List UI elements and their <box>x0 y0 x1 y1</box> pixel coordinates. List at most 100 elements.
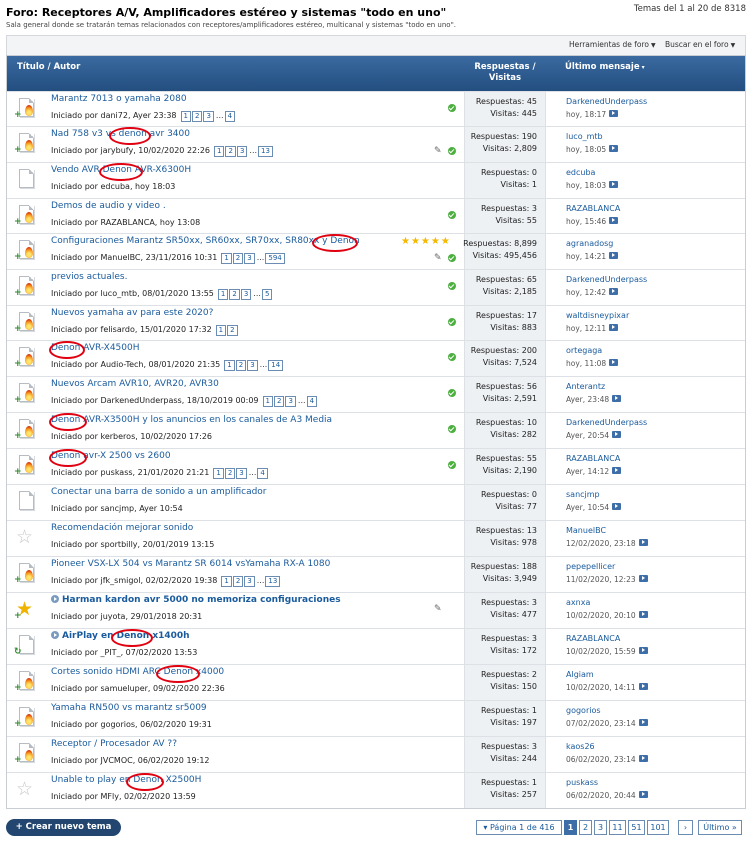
thread-page-link[interactable]: 3 <box>285 396 296 407</box>
go-to-last-post-icon[interactable] <box>612 431 622 438</box>
go-to-last-post-icon[interactable] <box>638 755 648 762</box>
thread-link[interactable]: Yamaha RN500 vs marantz sr5009 <box>51 703 207 713</box>
go-to-last-post-icon[interactable] <box>638 575 648 582</box>
thread-page-link[interactable]: 4 <box>224 111 236 122</box>
page-2-link[interactable]: 2 <box>579 820 592 835</box>
thread-page-link[interactable]: 5 <box>261 289 273 300</box>
forum-tools-menu[interactable]: Herramientas de foro ▼ <box>569 40 656 49</box>
thread-page-link[interactable]: 3 <box>236 146 248 157</box>
last-post-user[interactable]: sancjmp <box>566 490 600 499</box>
go-to-last-post-icon[interactable] <box>609 217 619 224</box>
thread-link[interactable]: Receptor / Procesador AV ?? <box>51 739 177 749</box>
thread-page-link[interactable]: 13 <box>258 146 273 157</box>
thread-link[interactable]: AirPlay en Denon x1400h <box>62 631 190 641</box>
go-to-last-post-icon[interactable] <box>612 395 622 402</box>
thread-link[interactable]: Demos de audio y video . <box>51 201 166 211</box>
go-to-last-post-icon[interactable] <box>638 791 648 798</box>
forum-search-menu[interactable]: Buscar en el foro ▼ <box>665 40 735 49</box>
thread-page-link[interactable]: 2 <box>273 396 285 407</box>
last-post-user[interactable]: axnxa <box>566 598 590 607</box>
go-to-last-post-icon[interactable] <box>609 181 619 188</box>
page-51-link[interactable]: 51 <box>628 820 645 835</box>
table-row[interactable]: + Nuevos Arcam AVR10, AVR20, AVR30 Iniciad… <box>7 376 745 412</box>
thread-page-link[interactable]: 594 <box>265 253 285 264</box>
go-to-last-post-icon[interactable] <box>609 110 619 117</box>
last-post-user[interactable]: Algiam <box>566 670 594 679</box>
page-3-link[interactable]: 3 <box>594 820 607 835</box>
go-to-last-post-icon[interactable] <box>609 324 619 331</box>
last-post-user[interactable]: kaos26 <box>566 742 595 751</box>
thread-page-link[interactable]: 3 <box>203 111 214 122</box>
table-row[interactable]: + previos actuales. Iniciado por luco_mtb,… <box>7 269 745 305</box>
table-row[interactable]: + Demos de audio y video . Iniciado por RA… <box>7 198 745 233</box>
last-post-user[interactable]: DarkenedUnderpass <box>566 275 647 284</box>
go-to-last-post-icon[interactable] <box>638 539 648 546</box>
thread-page-link[interactable]: 3 <box>244 253 255 264</box>
thread-page-link[interactable]: 3 <box>244 576 255 587</box>
page-101-link[interactable]: 101 <box>647 820 669 835</box>
thread-link[interactable]: Nad 758 v3 vs denon avr 3400 <box>51 129 190 139</box>
thread-page-link[interactable]: 3 <box>240 289 252 300</box>
thread-link[interactable]: Denon AVR-X4500H <box>51 343 140 353</box>
thread-page-link[interactable]: 2 <box>235 360 247 371</box>
last-post-user[interactable]: waltdisneypixar <box>566 311 629 320</box>
thread-page-link[interactable]: 1 <box>221 253 232 264</box>
table-row[interactable]: + Denon avr-X 2500 vs 2600 Iniciado por pu… <box>7 448 745 484</box>
thread-link[interactable]: Vendo AVR Denon AVR-X6300H <box>51 165 191 175</box>
thread-link[interactable]: Denon AVR-X3500H y los anuncios en los c… <box>51 415 332 425</box>
page-11-link[interactable]: 11 <box>609 820 626 835</box>
table-row[interactable]: + Denon AVR-X4500H Iniciado por Audio-Tech… <box>7 340 745 376</box>
table-row[interactable]: + Receptor / Procesador AV ?? Iniciado por… <box>7 736 745 772</box>
table-row[interactable]: ☆ Unable to play en Denon X2500H Iniciado … <box>7 772 745 808</box>
last-post-user[interactable]: Anterantz <box>566 382 605 391</box>
go-to-last-post-icon[interactable] <box>638 683 648 690</box>
last-post-user[interactable]: RAZABLANCA <box>566 204 620 213</box>
thread-page-link[interactable]: 2 <box>232 253 244 264</box>
go-to-last-post-icon[interactable] <box>609 145 619 152</box>
thread-link[interactable]: Nuevos Arcam AVR10, AVR20, AVR30 <box>51 379 219 389</box>
thread-page-link[interactable]: 1 <box>214 146 225 157</box>
last-post-user[interactable]: ManuelBC <box>566 526 606 535</box>
thread-link[interactable]: Unable to play en Denon X2500H <box>51 775 201 785</box>
new-thread-button[interactable]: + Crear nuevo tema <box>6 819 121 836</box>
last-page-button[interactable]: Último » <box>698 820 742 835</box>
thread-page-link[interactable]: 4 <box>257 468 268 479</box>
last-post-user[interactable]: gogorios <box>566 706 601 715</box>
last-post-user[interactable]: RAZABLANCA <box>566 454 620 463</box>
thread-page-link[interactable]: 2 <box>191 111 203 122</box>
thread-page-link[interactable]: 14 <box>268 360 284 371</box>
last-post-user[interactable]: puskass <box>566 778 598 787</box>
thread-link[interactable]: Configuraciones Marantz SR50xx, SR60xx, … <box>51 236 360 246</box>
table-row[interactable]: + Nuevos yamaha av para este 2020? Iniciad… <box>7 305 745 340</box>
table-row[interactable]: + Nad 758 v3 vs denon avr 3400 Iniciado po… <box>7 126 745 162</box>
go-to-last-post-icon[interactable] <box>612 467 622 474</box>
thread-link[interactable]: Nuevos yamaha av para este 2020? <box>51 308 213 318</box>
table-row[interactable]: ☆ Recomendación mejorar sonido Iniciado po… <box>7 520 745 556</box>
column-last-post[interactable]: Último mensaje ▾ <box>565 62 645 72</box>
page-selector[interactable]: ▾ Página 1 de 416 <box>476 820 562 835</box>
thread-link[interactable]: Pioneer VSX-LX 504 vs Marantz SR 6014 vs… <box>51 559 330 569</box>
go-to-last-post-icon[interactable] <box>612 503 622 510</box>
thread-page-link[interactable]: 2 <box>229 289 240 300</box>
last-post-user[interactable]: RAZABLANCA <box>566 634 620 643</box>
thread-link[interactable]: Recomendación mejorar sonido <box>51 523 193 533</box>
thread-page-link[interactable]: 1 <box>221 576 232 587</box>
thread-page-link[interactable]: 3 <box>236 468 247 479</box>
thread-link[interactable]: Denon avr-X 2500 vs 2600 <box>51 451 171 461</box>
table-row[interactable]: + Pioneer VSX-LX 504 vs Marantz SR 6014 v… <box>7 556 745 592</box>
next-page-button[interactable]: › <box>678 820 693 835</box>
thread-link[interactable]: Cortes sonido HDMI ARC Denon x4000 <box>51 667 224 677</box>
last-post-user[interactable]: pepepellicer <box>566 562 615 571</box>
thread-page-link[interactable]: 4 <box>306 396 318 407</box>
thread-page-link[interactable]: 1 <box>224 360 235 371</box>
go-to-last-post-icon[interactable] <box>638 719 648 726</box>
table-row[interactable]: + Denon AVR-X3500H y los anuncios en los … <box>7 412 745 448</box>
table-row[interactable]: ★ + Harman kardon avr 5000 no memoriza con… <box>7 592 745 628</box>
thread-link[interactable]: Marantz 7013 o yamaha 2080 <box>51 94 187 104</box>
go-to-last-post-icon[interactable] <box>638 647 648 654</box>
thread-page-link[interactable]: 1 <box>180 111 191 122</box>
last-post-user[interactable]: edcuba <box>566 168 595 177</box>
last-post-user[interactable]: DarkenedUnderpass <box>566 97 647 106</box>
thread-page-link[interactable]: 1 <box>217 289 229 300</box>
thread-page-link[interactable]: 13 <box>265 576 281 587</box>
